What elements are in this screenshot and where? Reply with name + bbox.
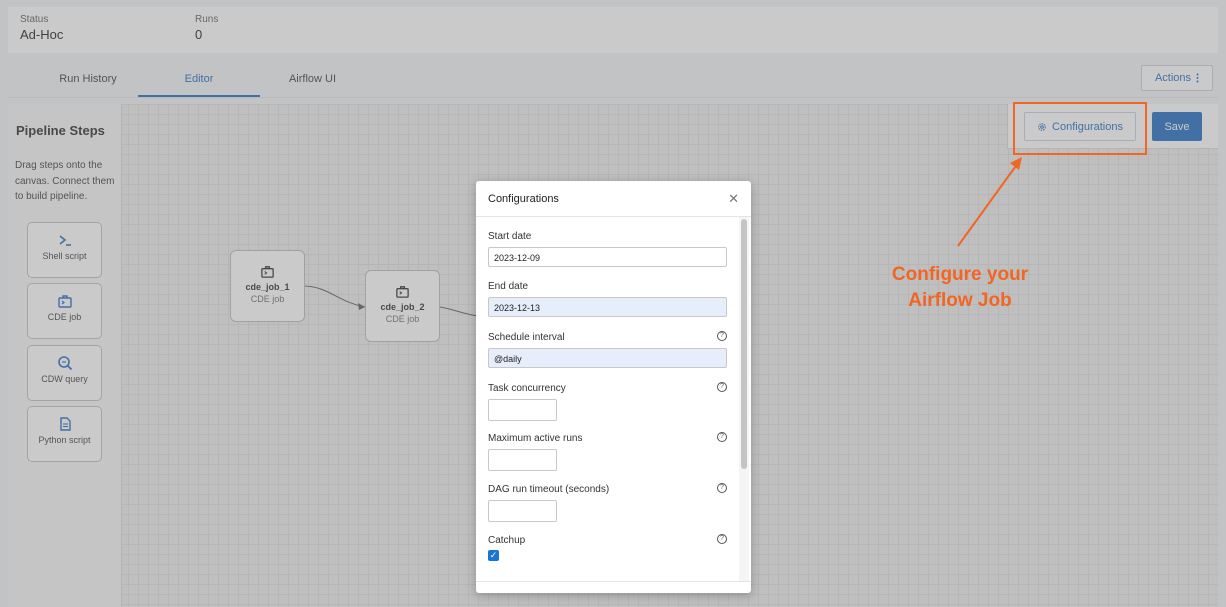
dag-run-timeout-input[interactable]	[488, 500, 557, 522]
help-icon[interactable]: ?	[717, 534, 727, 544]
modal-footer-divider	[476, 581, 751, 582]
start-date-field: Start date 2023-12-09	[488, 231, 728, 267]
configurations-modal: Configurations ✕ Start date 2023-12-09 E…	[476, 181, 751, 593]
schedule-interval-input[interactable]: @daily	[488, 348, 727, 368]
catchup-label: Catchup	[488, 535, 526, 546]
max-active-runs-field: Maximum active runs ?	[488, 432, 728, 471]
help-icon[interactable]: ?	[717, 331, 727, 341]
modal-scrollbar-thumb[interactable]	[741, 219, 747, 469]
catchup-checkbox[interactable]: ✓	[488, 550, 499, 561]
max-active-runs-input[interactable]	[488, 449, 557, 471]
catchup-field: Catchup ? ✓	[488, 534, 728, 561]
end-date-field: End date 2023-12-13	[488, 281, 728, 317]
modal-title: Configurations	[488, 193, 559, 205]
end-date-label: End date	[488, 281, 529, 292]
start-date-label: Start date	[488, 231, 532, 242]
help-icon[interactable]: ?	[717, 382, 727, 392]
schedule-interval-field: Schedule interval ? @daily	[488, 331, 728, 368]
start-date-input[interactable]: 2023-12-09	[488, 247, 727, 267]
help-icon[interactable]: ?	[717, 483, 727, 493]
max-active-runs-label: Maximum active runs	[488, 433, 583, 444]
annotation-text: Configure your Airflow Job	[891, 264, 1029, 311]
modal-body: Start date 2023-12-09 End date 2023-12-1…	[476, 217, 751, 581]
dag-run-timeout-field: DAG run timeout (seconds) ?	[488, 483, 728, 522]
schedule-interval-label: Schedule interval	[488, 332, 565, 343]
help-icon[interactable]: ?	[717, 432, 727, 442]
task-concurrency-input[interactable]	[488, 399, 557, 421]
dag-run-timeout-label: DAG run timeout (seconds)	[488, 484, 610, 495]
modal-header: Configurations ✕	[476, 181, 751, 217]
close-icon[interactable]: ✕	[728, 191, 739, 207]
end-date-input[interactable]: 2023-12-13	[488, 297, 727, 317]
task-concurrency-label: Task concurrency	[488, 383, 566, 394]
task-concurrency-field: Task concurrency ?	[488, 382, 728, 421]
